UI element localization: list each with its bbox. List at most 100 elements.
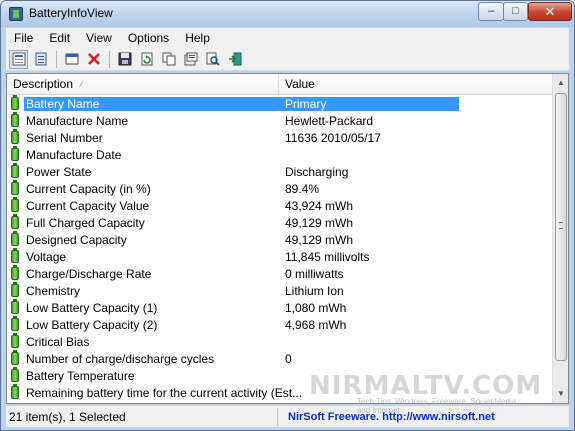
refresh-icon[interactable] [137,50,156,69]
battery-icon [11,197,19,212]
row-label: Current Capacity (in %) [26,181,151,196]
scroll-up-icon[interactable]: ▲ [555,76,567,90]
toolbar-separator [109,50,110,68]
battery-icon [11,282,19,297]
toolbar-separator [56,50,57,68]
battery-icon [11,333,19,348]
row-label: Manufacture Name [26,113,129,128]
row-label: Battery Temperature [26,368,135,383]
delete-icon[interactable] [84,50,103,69]
copy-icon[interactable] [159,50,178,69]
nirsoft-link[interactable]: NirSoft Freeware. http://www.nirsoft.net [278,411,495,423]
table-row[interactable]: Battery Name Primary [7,95,553,112]
battery-icon [11,265,19,280]
table-row[interactable]: Designed Capacity 49,129 mWh [7,231,553,248]
battery-info-list[interactable]: Description ⁄ Value Battery Name Primary… [6,73,569,404]
table-row[interactable]: Low Battery Capacity (1) 1,080 mWh [7,299,553,316]
column-label-description: Description [13,77,74,91]
table-row[interactable]: Manufacture Date [7,146,553,163]
options-icon[interactable] [181,50,200,69]
battery-icon [11,112,19,127]
row-value: Discharging [285,164,349,179]
close-button[interactable]: ✕ [528,2,572,21]
battery-icon [11,248,19,263]
table-row[interactable]: Number of charge/discharge cycles 0 [7,350,553,367]
menu-view[interactable]: View [78,31,120,45]
maximize-button[interactable]: □ [503,2,528,21]
table-row[interactable]: Current Capacity (in %) 89.4% [7,180,553,197]
row-label: Designed Capacity [26,232,127,247]
row-value: Primary [279,96,459,111]
table-row[interactable]: Critical Bias [7,333,553,350]
properties-icon[interactable] [31,50,50,69]
battery-icon [11,367,19,382]
row-value: 0 [285,351,292,366]
battery-icon [11,214,19,229]
minimize-button[interactable]: – [478,2,504,21]
scroll-down-icon[interactable]: ▼ [555,387,567,401]
row-value: 11636 2010/05/17 [285,130,381,145]
row-label: Low Battery Capacity (2) [26,317,158,332]
battery-icon [11,129,19,144]
battery-icon [11,231,19,246]
find-icon[interactable] [203,50,222,69]
row-value: 4,968 mWh [285,317,347,332]
row-label: Manufacture Date [26,147,122,162]
html-report-icon[interactable] [9,49,28,69]
table-row[interactable]: Manufacture Name Hewlett-Packard [7,112,553,129]
row-value: 1,080 mWh [285,300,347,315]
status-bar: 21 item(s), 1 Selected NirSoft Freeware.… [6,405,569,427]
menu-help[interactable]: Help [177,31,218,45]
row-label: Serial Number [26,130,103,145]
row-label: Critical Bias [26,334,90,349]
table-row[interactable]: Battery Temperature [7,367,553,384]
row-label: Battery Name [24,96,279,111]
save-icon[interactable] [115,50,134,69]
row-value: 49,129 mWh [285,232,354,247]
row-label: Number of charge/discharge cycles [26,351,215,366]
vertical-scrollbar[interactable]: ▲ ▼ [552,74,568,403]
battery-icon [11,180,19,195]
table-row[interactable]: Power State Discharging [7,163,553,180]
row-value: 43,924 mWh [285,198,354,213]
column-header-value[interactable]: Value [279,74,553,95]
battery-icon [11,163,19,178]
battery-app-icon [9,7,23,21]
row-label: Voltage [26,249,67,264]
title-bar[interactable]: BatteryInfoView – □ ✕ [1,1,574,27]
table-row[interactable]: Charge/Discharge Rate 0 milliwatts [7,265,553,282]
row-label: Low Battery Capacity (1) [26,300,158,315]
column-header-description[interactable]: Description ⁄ [7,74,279,95]
status-item-count: 21 item(s), 1 Selected [6,407,278,426]
row-value: 49,129 mWh [285,215,354,230]
sort-indicator-icon: ⁄ [81,79,83,89]
row-value: Hewlett-Packard [285,113,374,128]
table-row[interactable]: Serial Number 11636 2010/05/17 [7,129,553,146]
table-row[interactable]: Remaining battery time for the current a… [7,384,553,401]
menu-file[interactable]: File [6,31,41,45]
grip-icon [559,222,563,229]
row-label: Current Capacity Value [26,198,150,213]
exit-icon[interactable] [225,50,244,69]
row-label: Power State [26,164,92,179]
table-row[interactable]: Full Charged Capacity 49,129 mWh [7,214,553,231]
table-row[interactable]: Current Capacity Value 43,924 mWh [7,197,553,214]
list-rows: Battery Name Primary Manufacture Name He… [7,95,553,401]
scrollbar-thumb[interactable] [555,93,567,361]
battery-icon [11,350,19,365]
row-label: Charge/Discharge Rate [26,266,152,281]
row-value: 89.4% [285,181,320,196]
menu-bar: File Edit View Options Help [6,28,569,48]
export-icon[interactable] [62,50,81,69]
battery-icon [11,95,19,110]
row-value: Lithium Ion [285,283,344,298]
battery-icon [11,299,19,314]
menu-options[interactable]: Options [120,31,177,45]
row-label: Chemistry [26,283,81,298]
table-row[interactable]: Chemistry Lithium Ion [7,282,553,299]
menu-edit[interactable]: Edit [41,31,78,45]
row-value: 0 milliwatts [285,266,344,281]
table-row[interactable]: Low Battery Capacity (2) 4,968 mWh [7,316,553,333]
app-window: BatteryInfoView – □ ✕ File Edit View Opt… [0,0,575,431]
table-row[interactable]: Voltage 11,845 millivolts [7,248,553,265]
